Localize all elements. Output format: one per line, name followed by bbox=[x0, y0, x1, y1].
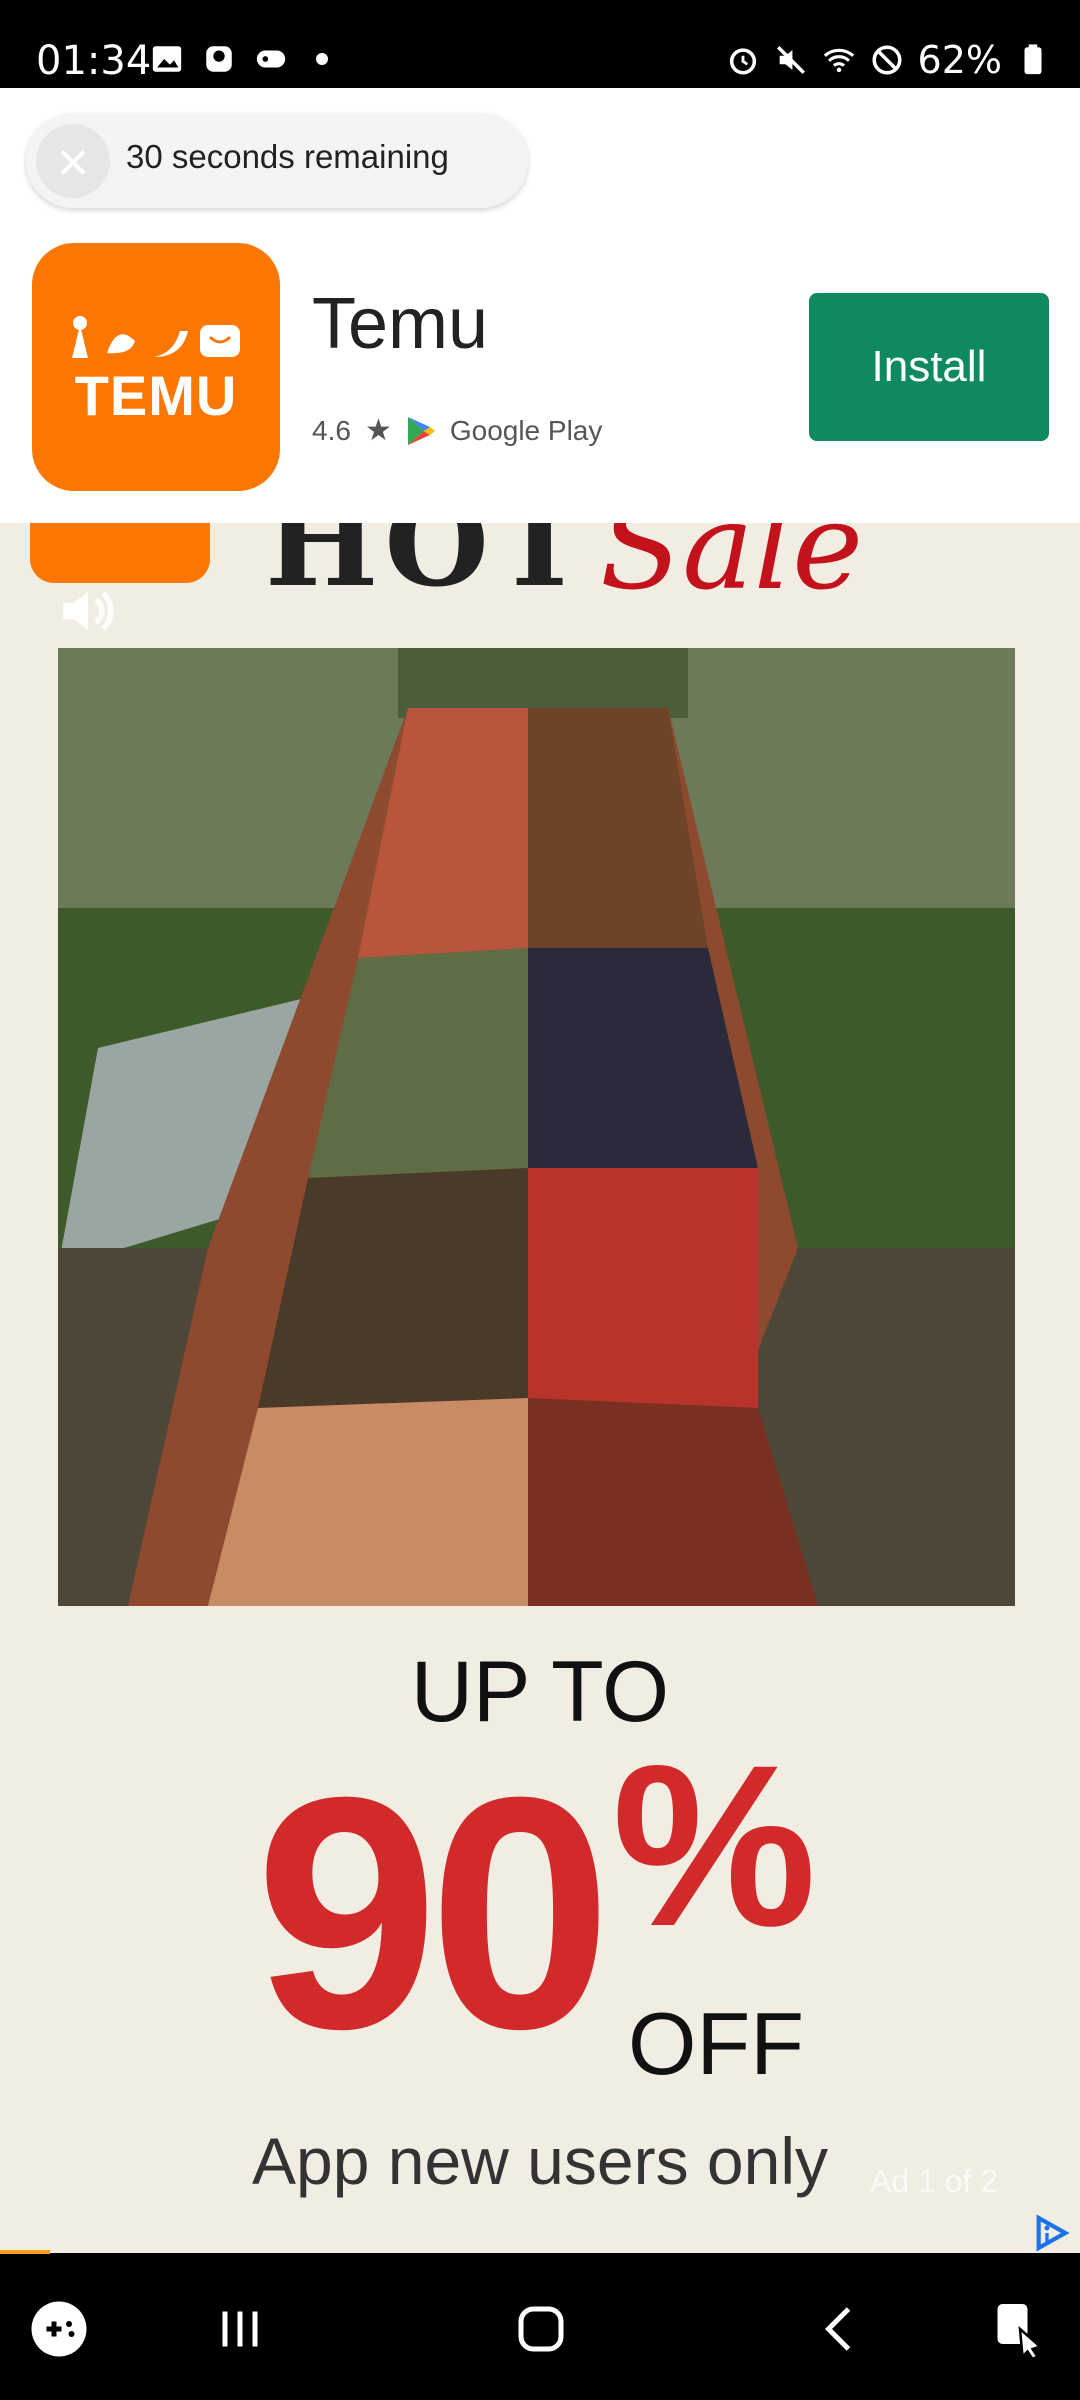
battery-icon bbox=[1024, 44, 1042, 75]
game-icon bbox=[256, 50, 286, 68]
gallery-icon bbox=[152, 46, 182, 72]
speaker-icon[interactable] bbox=[55, 578, 121, 644]
back-icon[interactable] bbox=[806, 2294, 876, 2364]
headline-badge bbox=[30, 523, 210, 583]
promo-percent: % bbox=[612, 1717, 817, 1974]
assistant-icon[interactable] bbox=[985, 2294, 1055, 2364]
notification-icons bbox=[150, 42, 328, 76]
app-name[interactable]: Temu bbox=[312, 283, 488, 365]
promo-number: 90 bbox=[255, 1728, 612, 2097]
game-launcher-icon[interactable] bbox=[24, 2294, 94, 2364]
headline-sale: Sale bbox=[600, 523, 864, 617]
timer-text: 30 seconds remaining bbox=[126, 138, 449, 175]
store-name: Google Play bbox=[449, 414, 603, 446]
ad-creative[interactable]: HOT Sale UP TO 90 % OFF App new users on… bbox=[0, 523, 1080, 2253]
promo-off: OFF bbox=[628, 1994, 804, 2093]
mute-icon bbox=[776, 45, 805, 75]
google-play-icon bbox=[407, 416, 435, 445]
headline-hot: HOT bbox=[265, 523, 591, 614]
wifi-icon bbox=[823, 48, 854, 73]
app-notification-icon bbox=[206, 46, 232, 72]
patchwork-skirt-image bbox=[58, 648, 1015, 1606]
system-status-icons: 62% bbox=[726, 38, 1050, 82]
temu-logo-icon bbox=[72, 316, 240, 358]
home-icon[interactable] bbox=[506, 2294, 576, 2364]
install-button[interactable]: Install bbox=[809, 293, 1049, 441]
product-photo bbox=[58, 648, 1015, 1606]
recent-apps-icon[interactable] bbox=[205, 2294, 275, 2364]
battery-percent: 62% bbox=[917, 38, 1002, 82]
star-icon: ★ bbox=[364, 414, 392, 447]
app-icon-label: TEMU bbox=[74, 364, 238, 427]
ad-header: × 30 seconds remaining TEMU Temu 4.6 ★ G… bbox=[0, 88, 1080, 523]
status-bar: 01:34 62% bbox=[0, 0, 1080, 88]
rating-value: 4.6 bbox=[312, 414, 351, 446]
close-icon[interactable]: × bbox=[36, 124, 110, 198]
adchoices-icon[interactable] bbox=[1032, 2213, 1072, 2253]
more-notifications-dot bbox=[316, 53, 328, 65]
status-time: 01:34 bbox=[36, 38, 152, 84]
app-icon[interactable]: TEMU bbox=[32, 243, 280, 491]
alarm-icon bbox=[729, 48, 756, 75]
do-not-disturb-icon bbox=[872, 45, 902, 75]
rating-row: 4.6 ★ Google Play bbox=[312, 413, 602, 448]
ad-timer-pill: × 30 seconds remaining bbox=[26, 114, 528, 208]
navigation-bar bbox=[0, 2254, 1080, 2400]
ad-counter: Ad 1 of 2 bbox=[870, 2163, 999, 2199]
